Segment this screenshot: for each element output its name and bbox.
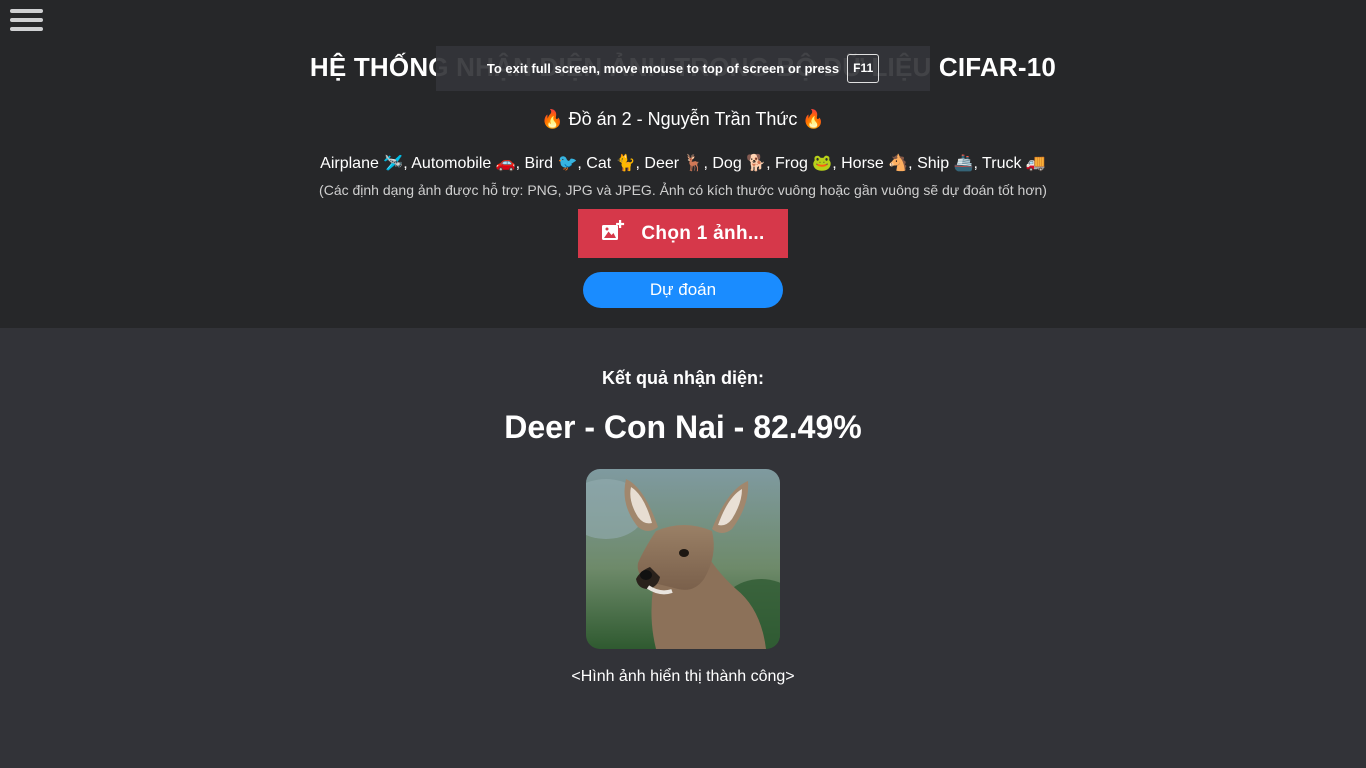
fullscreen-notice: To exit full screen, move mouse to top o… (436, 46, 930, 91)
add-image-icon (601, 219, 625, 242)
image-status-caption: <Hình ảnh hiển thị thành công> (571, 668, 795, 685)
formats-note: (Các định dạng ảnh được hỗ trợ: PNG, JPG… (319, 182, 1047, 198)
fullscreen-notice-message: To exit full screen, move mouse to top o… (486, 61, 840, 76)
choose-image-label: Chọn 1 ảnh... (641, 222, 765, 244)
fullscreen-notice-key: F11 (847, 54, 880, 83)
uploaded-image-preview (586, 469, 780, 649)
choose-image-button[interactable]: Chọn 1 ảnh... (578, 209, 788, 258)
predict-button[interactable]: Dự đoán (583, 272, 783, 308)
result-heading: Kết quả nhận diện: (602, 368, 764, 388)
project-subtitle: 🔥 Đồ án 2 - Nguyễn Trần Thức 🔥 (541, 109, 825, 129)
class-list: Airplane 🛩️, Automobile 🚗, Bird 🐦, Cat 🐈… (320, 155, 1046, 172)
hamburger-menu-icon[interactable] (10, 9, 44, 33)
result-value: Deer - Con Nai - 82.49% (504, 409, 862, 445)
